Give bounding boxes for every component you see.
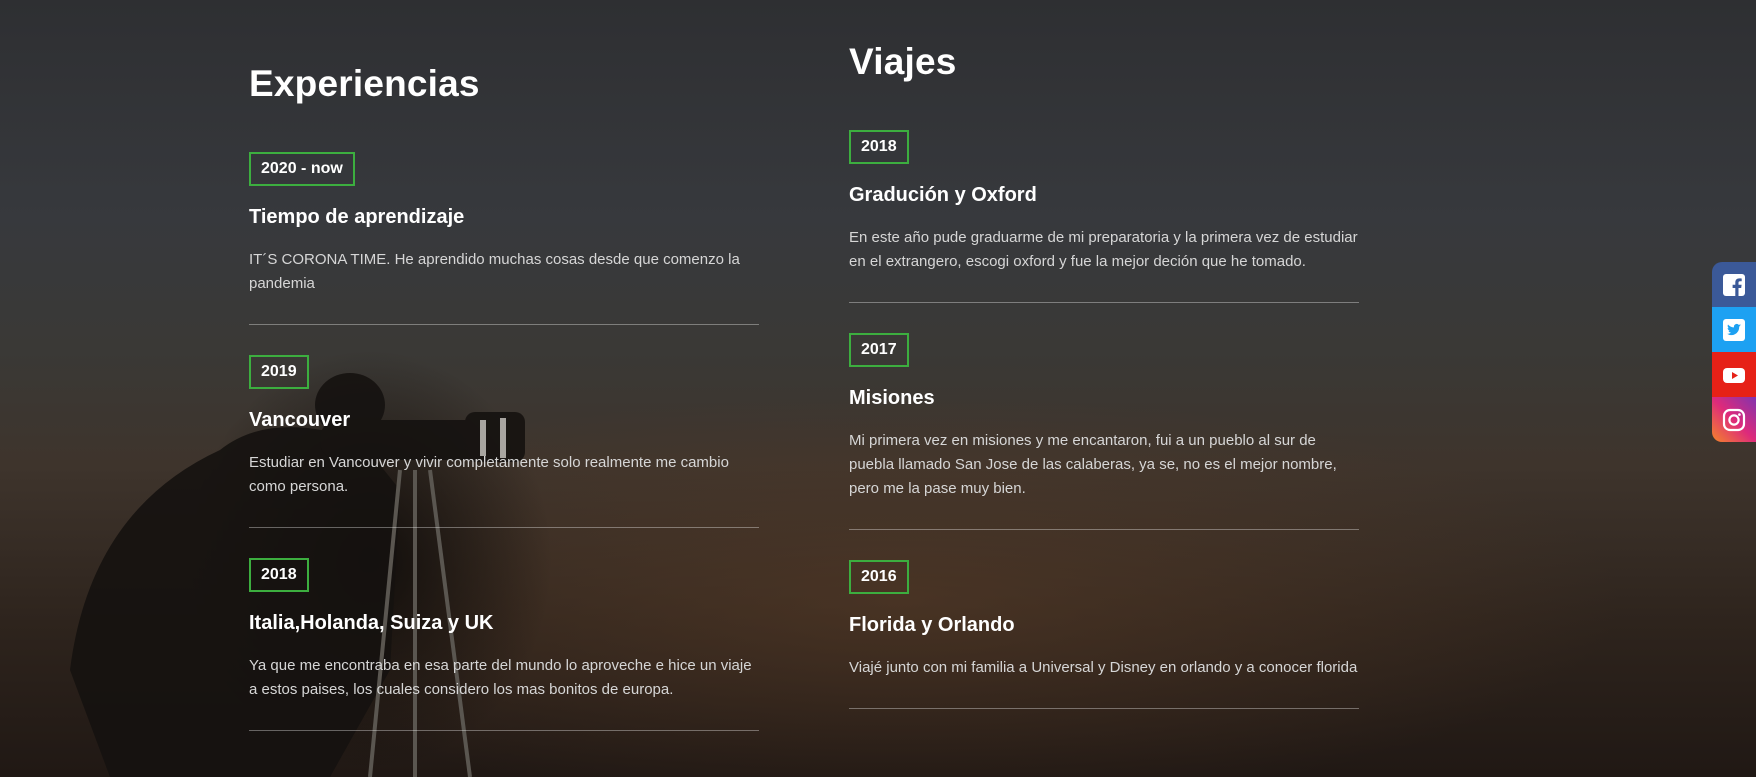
entry-description: IT´S CORONA TIME. He aprendido muchas co… [249, 251, 740, 292]
entry-title: Florida y Orlando [849, 614, 1015, 636]
timeline-entry: 2018 Italia,Holanda, Suiza y UK Ya que m… [249, 558, 759, 731]
timeline-entry: 2018 Gradución y Oxford En este año pude… [849, 130, 1359, 303]
entry-title: Gradución y Oxford [849, 184, 1037, 206]
youtube-button[interactable] [1712, 352, 1756, 397]
entry-description: Mi primera vez en misiones y me encantar… [849, 432, 1337, 497]
instagram-button[interactable] [1712, 397, 1756, 442]
facebook-icon [1723, 273, 1745, 296]
year-badge: 2018 [849, 130, 909, 164]
experiencias-section: Experiencias 2020 - now Tiempo de aprend… [249, 60, 759, 761]
youtube-icon [1723, 367, 1745, 383]
entry-description: Ya que me encontraba en esa parte del mu… [249, 657, 752, 698]
timeline-entry: 2019 Vancouver Estudiar en Vancouver y v… [249, 355, 759, 528]
timeline-entry: 2017 Misiones Mi primera vez en misiones… [849, 333, 1359, 530]
year-badge: 2019 [249, 355, 309, 389]
viajes-title: Viajes [849, 41, 957, 82]
instagram-icon [1722, 408, 1746, 431]
viajes-section: Viajes 2018 Gradución y Oxford En este a… [849, 38, 1359, 739]
timeline-entry: 2020 - now Tiempo de aprendizaje IT´S CO… [249, 152, 759, 325]
twitter-icon [1723, 318, 1745, 341]
entry-title: Misiones [849, 387, 935, 409]
year-badge: 2020 - now [249, 152, 355, 186]
entry-description: Viajé junto con mi familia a Universal y… [849, 659, 1358, 676]
entry-description: En este año pude graduarme de mi prepara… [849, 229, 1358, 270]
year-badge: 2017 [849, 333, 909, 367]
twitter-button[interactable] [1712, 307, 1756, 352]
entry-description: Estudiar en Vancouver y vivir completame… [249, 454, 729, 495]
timeline-entry: 2016 Florida y Orlando Viajé junto con m… [849, 560, 1359, 709]
experiencias-title: Experiencias [249, 63, 480, 104]
year-badge: 2018 [249, 558, 309, 592]
social-sidebar [1712, 262, 1756, 442]
entry-title: Tiempo de aprendizaje [249, 206, 465, 228]
facebook-button[interactable] [1712, 262, 1756, 307]
entry-title: Vancouver [249, 409, 351, 431]
year-badge: 2016 [849, 560, 909, 594]
entry-title: Italia,Holanda, Suiza y UK [249, 612, 494, 634]
